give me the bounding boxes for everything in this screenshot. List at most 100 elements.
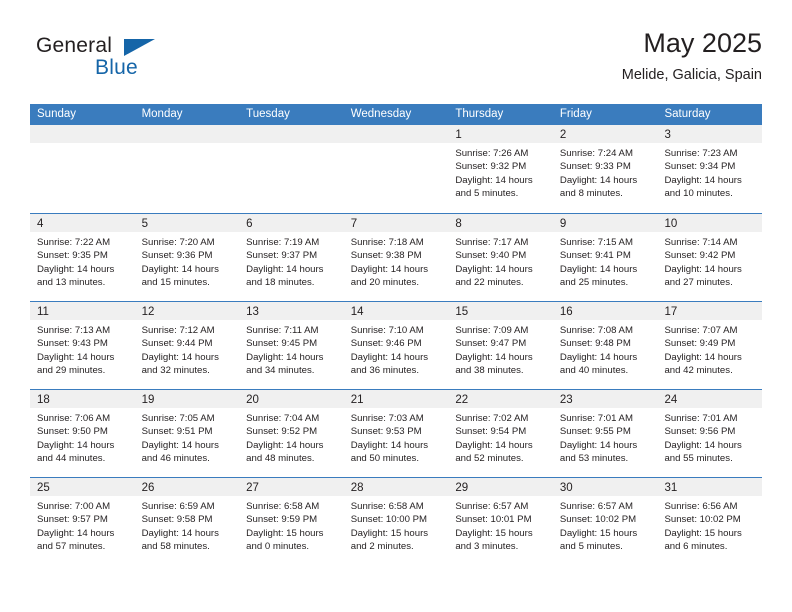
sunrise-time: Sunrise: 7:17 AM — [455, 237, 529, 248]
day-number: 24 — [664, 394, 678, 406]
day-number-band: 22 — [448, 390, 553, 408]
calendar-day-cell[interactable]: 20 Sunrise: 7:04 AM Sunset: 9:52 PM Dayligh… — [239, 390, 344, 477]
calendar-day-cell[interactable]: 31 Sunrise: 6:56 AM Sunset: 10:02 PM Daylig… — [657, 478, 763, 565]
calendar-day-cell-empty — [30, 125, 135, 213]
day-number-band: 24 — [657, 390, 763, 408]
calendar-day-cell[interactable]: 23 Sunrise: 7:01 AM Sunset: 9:55 PM Dayligh… — [552, 390, 658, 477]
sunset-time: Sunset: 9:58 PM — [141, 514, 213, 526]
general-blue-logo[interactable]: General Blue — [36, 34, 236, 90]
calendar-day-cell[interactable]: 15 Sunrise: 7:09 AM Sunset: 9:47 PM Dayligh… — [448, 302, 553, 389]
calendar-day-cell[interactable]: 7 Sunrise: 7:18 AM Sunset: 9:38 PM Daylight… — [343, 214, 449, 301]
sunrise-time: Sunrise: 7:04 AM — [246, 413, 320, 424]
calendar-day-cell[interactable]: 27 Sunrise: 6:58 AM Sunset: 9:59 PM Dayligh… — [239, 478, 344, 565]
sunset-time: Sunset: 9:52 PM — [246, 426, 318, 438]
calendar-day-cell[interactable]: 19 Sunrise: 7:05 AM Sunset: 9:51 PM Dayligh… — [134, 390, 240, 477]
sunrise-time: Sunrise: 7:20 AM — [141, 237, 215, 248]
calendar-day-cell[interactable]: 26 Sunrise: 6:59 AM Sunset: 9:58 PM Dayligh… — [134, 478, 240, 565]
daylight-line-2: and 25 minutes. — [559, 277, 629, 289]
daylight-line-1: Daylight: 15 hours — [455, 527, 533, 539]
daylight-line-2: and 18 minutes. — [246, 277, 315, 289]
day-details: Sunrise: 7:07 AM Sunset: 9:49 PM Daylight:… — [657, 320, 762, 378]
daylight-line-2: and 44 minutes. — [37, 453, 106, 465]
day-number-band: 13 — [239, 302, 344, 320]
day-details: Sunrise: 7:13 AM Sunset: 9:43 PM Daylight:… — [30, 320, 135, 378]
sunset-time: Sunset: 9:34 PM — [664, 161, 736, 173]
day-details: Sunrise: 7:08 AM Sunset: 9:48 PM Daylight:… — [553, 320, 658, 378]
calendar-day-cell[interactable]: 13 Sunrise: 7:11 AM Sunset: 9:45 PM Dayligh… — [239, 302, 344, 389]
sunrise-time: Sunrise: 7:09 AM — [455, 325, 529, 336]
calendar-week-row: 11 Sunrise: 7:13 AM Sunset: 9:43 PM Dayligh… — [30, 301, 763, 389]
day-details: Sunrise: 7:14 AM Sunset: 9:42 PM Daylight:… — [657, 232, 762, 290]
calendar-day-cell-empty — [134, 125, 240, 213]
day-number-band: 20 — [239, 390, 344, 408]
calendar-day-cell[interactable]: 24 Sunrise: 7:01 AM Sunset: 9:56 PM Dayligh… — [657, 390, 763, 477]
day-number-band: 15 — [448, 302, 553, 320]
calendar-day-cell[interactable]: 18 Sunrise: 7:06 AM Sunset: 9:50 PM Dayligh… — [30, 390, 135, 477]
day-number-band: 11 — [30, 302, 135, 320]
day-details: Sunrise: 7:03 AM Sunset: 9:53 PM Daylight:… — [344, 408, 449, 466]
sunrise-time: Sunrise: 6:58 AM — [350, 501, 424, 512]
day-details: Sunrise: 7:09 AM Sunset: 9:47 PM Daylight:… — [448, 320, 553, 378]
day-number: 4 — [37, 218, 44, 230]
day-details: Sunrise: 7:11 AM Sunset: 9:45 PM Daylight:… — [239, 320, 344, 378]
day-number-band — [134, 125, 240, 143]
daylight-line-1: Daylight: 14 hours — [246, 439, 324, 451]
day-number-band: 16 — [552, 302, 658, 320]
day-number-band: 2 — [552, 125, 658, 143]
calendar-day-cell[interactable]: 1 Sunrise: 7:26 AM Sunset: 9:32 PM Daylight… — [448, 125, 553, 213]
calendar-day-cell[interactable]: 11 Sunrise: 7:13 AM Sunset: 9:43 PM Dayligh… — [30, 302, 135, 389]
daylight-line-1: Daylight: 14 hours — [559, 439, 638, 451]
weekday-friday: Friday — [559, 108, 592, 120]
daylight-line-1: Daylight: 14 hours — [246, 263, 324, 275]
day-number: 27 — [246, 482, 259, 494]
sunrise-time: Sunrise: 7:23 AM — [664, 148, 738, 159]
daylight-line-2: and 5 minutes. — [559, 541, 623, 553]
calendar-day-cell[interactable]: 14 Sunrise: 7:10 AM Sunset: 9:46 PM Dayligh… — [343, 302, 449, 389]
day-number: 12 — [141, 306, 155, 318]
calendar-day-cell[interactable]: 2 Sunrise: 7:24 AM Sunset: 9:33 PM Daylight… — [552, 125, 658, 213]
calendar-day-cell[interactable]: 10 Sunrise: 7:14 AM Sunset: 9:42 PM Dayligh… — [657, 214, 763, 301]
daylight-line-2: and 6 minutes. — [664, 541, 728, 553]
calendar-day-cell[interactable]: 28 Sunrise: 6:58 AM Sunset: 10:00 PM Daylig… — [343, 478, 449, 565]
day-number: 15 — [455, 306, 469, 318]
calendar-day-cell[interactable]: 3 Sunrise: 7:23 AM Sunset: 9:34 PM Daylight… — [657, 125, 763, 213]
sunrise-time: Sunrise: 7:26 AM — [455, 148, 529, 159]
day-number: 31 — [664, 482, 678, 494]
calendar-day-cell[interactable]: 17 Sunrise: 7:07 AM Sunset: 9:49 PM Dayligh… — [657, 302, 763, 389]
weekday-saturday: Saturday — [664, 108, 711, 120]
calendar-day-cell[interactable]: 9 Sunrise: 7:15 AM Sunset: 9:41 PM Daylight… — [552, 214, 658, 301]
daylight-line-1: Daylight: 14 hours — [141, 439, 219, 451]
day-details: Sunrise: 7:17 AM Sunset: 9:40 PM Daylight:… — [448, 232, 553, 290]
calendar-day-cell[interactable]: 5 Sunrise: 7:20 AM Sunset: 9:36 PM Daylight… — [134, 214, 240, 301]
day-number-band — [343, 125, 449, 143]
calendar-day-cell[interactable]: 21 Sunrise: 7:03 AM Sunset: 9:53 PM Dayligh… — [343, 390, 449, 477]
calendar-day-cell[interactable]: 12 Sunrise: 7:12 AM Sunset: 9:44 PM Dayligh… — [134, 302, 240, 389]
sunrise-time: Sunrise: 7:03 AM — [350, 413, 424, 424]
calendar-day-cell[interactable]: 6 Sunrise: 7:19 AM Sunset: 9:37 PM Daylight… — [239, 214, 344, 301]
day-details: Sunrise: 7:22 AM Sunset: 9:35 PM Daylight:… — [30, 232, 135, 290]
calendar-week-row: 25 Sunrise: 7:00 AM Sunset: 9:57 PM Dayligh… — [30, 477, 763, 565]
calendar-day-cell[interactable]: 22 Sunrise: 7:02 AM Sunset: 9:54 PM Dayligh… — [448, 390, 553, 477]
calendar-day-cell[interactable]: 30 Sunrise: 6:57 AM Sunset: 10:02 PM Daylig… — [552, 478, 658, 565]
daylight-line-2: and 20 minutes. — [350, 277, 420, 289]
day-number-band: 26 — [134, 478, 240, 496]
sunrise-time: Sunrise: 6:58 AM — [246, 501, 320, 512]
daylight-line-1: Daylight: 14 hours — [350, 351, 429, 363]
sunrise-time: Sunrise: 7:24 AM — [559, 148, 633, 159]
day-number: 19 — [141, 394, 155, 406]
calendar-day-cell[interactable]: 29 Sunrise: 6:57 AM Sunset: 10:01 PM Daylig… — [448, 478, 553, 565]
day-number-band: 18 — [30, 390, 135, 408]
sunrise-time: Sunrise: 6:57 AM — [559, 501, 633, 512]
sunrise-time: Sunrise: 7:05 AM — [141, 413, 215, 424]
calendar-day-cell[interactable]: 25 Sunrise: 7:00 AM Sunset: 9:57 PM Dayligh… — [30, 478, 135, 565]
calendar-day-cell[interactable]: 8 Sunrise: 7:17 AM Sunset: 9:40 PM Daylight… — [448, 214, 553, 301]
day-number-band: 14 — [343, 302, 449, 320]
calendar-day-cell[interactable]: 16 Sunrise: 7:08 AM Sunset: 9:48 PM Dayligh… — [552, 302, 658, 389]
day-number: 3 — [664, 129, 671, 141]
sunrise-time: Sunrise: 7:10 AM — [350, 325, 424, 336]
calendar-day-cell[interactable]: 4 Sunrise: 7:22 AM Sunset: 9:35 PM Daylight… — [30, 214, 135, 301]
daylight-line-2: and 13 minutes. — [37, 277, 106, 289]
day-number-band: 12 — [134, 302, 240, 320]
logo-text-blue: Blue — [95, 56, 138, 79]
daylight-line-2: and 22 minutes. — [455, 277, 524, 289]
